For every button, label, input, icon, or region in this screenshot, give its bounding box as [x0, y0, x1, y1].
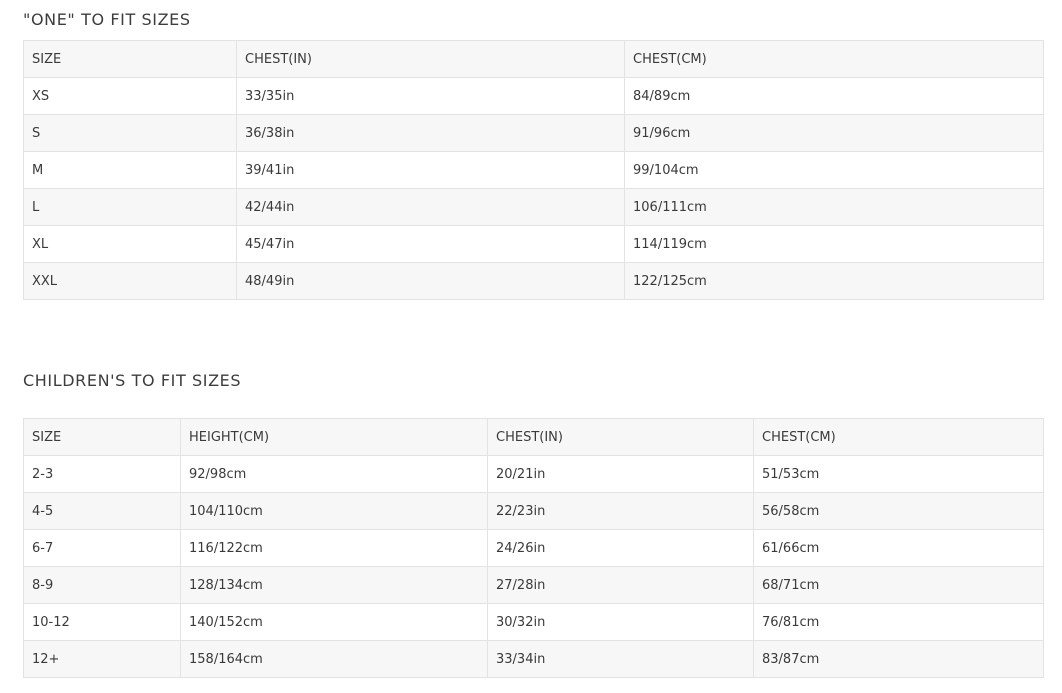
chest-cm-cell: 99/104cm — [624, 151, 1044, 189]
chest-cm-cell: 61/66cm — [753, 529, 1044, 567]
chest-cm-cell: 84/89cm — [624, 77, 1044, 115]
chest-in-cell: 39/41in — [236, 151, 625, 189]
size-cell: M — [23, 151, 237, 189]
column-header-size: SIZE — [23, 40, 237, 78]
chest-cm-cell: 91/96cm — [624, 114, 1044, 152]
height-cm-cell: 140/152cm — [180, 603, 488, 641]
height-cm-cell: 92/98cm — [180, 455, 488, 493]
column-header-chest-cm: CHEST(CM) — [753, 418, 1044, 456]
table-header-row: SIZE CHEST(IN) CHEST(CM) — [23, 40, 1044, 78]
table-row: S 36/38in 91/96cm — [23, 114, 1044, 152]
chest-in-cell: 24/26in — [487, 529, 754, 567]
height-cm-cell: 128/134cm — [180, 566, 488, 604]
chest-in-cell: 22/23in — [487, 492, 754, 530]
chest-in-cell: 33/35in — [236, 77, 625, 115]
chest-cm-cell: 83/87cm — [753, 640, 1044, 678]
size-cell: XXL — [23, 262, 237, 300]
table-row: 2-3 92/98cm 20/21in 51/53cm — [23, 455, 1044, 493]
column-header-chest-in: CHEST(IN) — [236, 40, 625, 78]
chest-in-cell: 45/47in — [236, 225, 625, 263]
size-cell: XL — [23, 225, 237, 263]
size-cell: L — [23, 188, 237, 226]
size-cell: 6-7 — [23, 529, 181, 567]
table-row: L 42/44in 106/111cm — [23, 188, 1044, 226]
column-header-size: SIZE — [23, 418, 181, 456]
size-cell: 2-3 — [23, 455, 181, 493]
chest-cm-cell: 56/58cm — [753, 492, 1044, 530]
chest-cm-cell: 51/53cm — [753, 455, 1044, 493]
chest-cm-cell: 76/81cm — [753, 603, 1044, 641]
chest-in-cell: 33/34in — [487, 640, 754, 678]
children-size-table: SIZE HEIGHT(CM) CHEST(IN) CHEST(CM) 2-3 … — [23, 418, 1044, 678]
table-row: XXL 48/49in 122/125cm — [23, 262, 1044, 300]
height-cm-cell: 116/122cm — [180, 529, 488, 567]
table-row: XS 33/35in 84/89cm — [23, 77, 1044, 115]
column-header-chest-cm: CHEST(CM) — [624, 40, 1044, 78]
table-row: 4-5 104/110cm 22/23in 56/58cm — [23, 492, 1044, 530]
column-header-height-cm: HEIGHT(CM) — [180, 418, 488, 456]
table-row: 10-12 140/152cm 30/32in 76/81cm — [23, 603, 1044, 641]
table-row: 12+ 158/164cm 33/34in 83/87cm — [23, 640, 1044, 678]
chest-cm-cell: 122/125cm — [624, 262, 1044, 300]
size-cell: S — [23, 114, 237, 152]
size-cell: 12+ — [23, 640, 181, 678]
chest-in-cell: 20/21in — [487, 455, 754, 493]
chest-in-cell: 42/44in — [236, 188, 625, 226]
chest-in-cell: 36/38in — [236, 114, 625, 152]
table-row: 8-9 128/134cm 27/28in 68/71cm — [23, 566, 1044, 604]
table-row: M 39/41in 99/104cm — [23, 151, 1044, 189]
children-size-chart-title: CHILDREN'S TO FIT SIZES — [23, 371, 242, 390]
size-cell: 4-5 — [23, 492, 181, 530]
size-cell: XS — [23, 77, 237, 115]
table-header-row: SIZE HEIGHT(CM) CHEST(IN) CHEST(CM) — [23, 418, 1044, 456]
table-row: 6-7 116/122cm 24/26in 61/66cm — [23, 529, 1044, 567]
chest-cm-cell: 68/71cm — [753, 566, 1044, 604]
chest-in-cell: 27/28in — [487, 566, 754, 604]
chest-in-cell: 30/32in — [487, 603, 754, 641]
adult-size-table: SIZE CHEST(IN) CHEST(CM) XS 33/35in 84/8… — [23, 40, 1044, 300]
column-header-chest-in: CHEST(IN) — [487, 418, 754, 456]
size-cell: 8-9 — [23, 566, 181, 604]
chest-cm-cell: 106/111cm — [624, 188, 1044, 226]
adult-size-chart-title: "ONE" TO FIT SIZES — [23, 10, 191, 29]
chest-in-cell: 48/49in — [236, 262, 625, 300]
height-cm-cell: 158/164cm — [180, 640, 488, 678]
height-cm-cell: 104/110cm — [180, 492, 488, 530]
size-cell: 10-12 — [23, 603, 181, 641]
chest-cm-cell: 114/119cm — [624, 225, 1044, 263]
table-row: XL 45/47in 114/119cm — [23, 225, 1044, 263]
